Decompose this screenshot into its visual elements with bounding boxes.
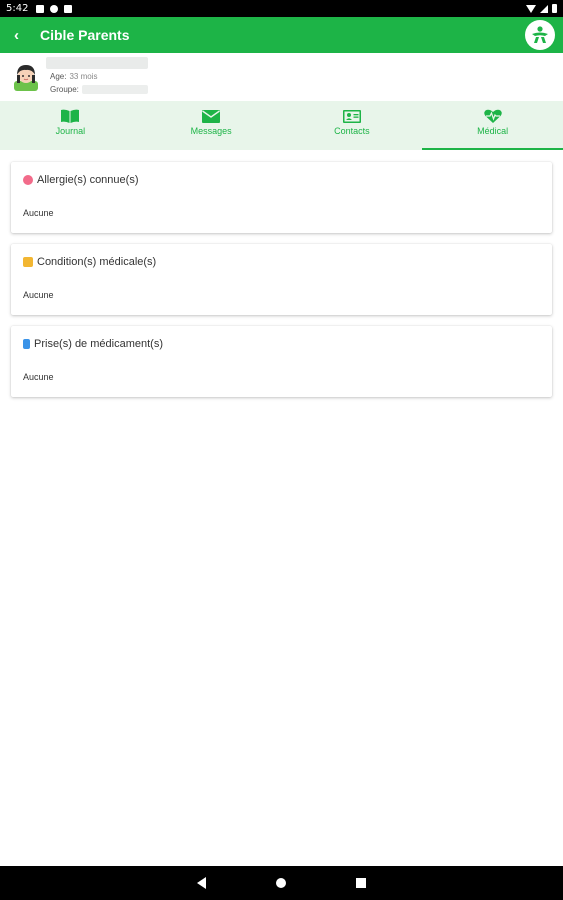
app-logo-icon xyxy=(532,26,548,43)
battery-icon xyxy=(552,4,557,13)
card-title: Allergie(s) connue(s) xyxy=(23,174,138,186)
child-name-redacted xyxy=(46,57,148,69)
system-navigation-bar xyxy=(0,866,563,900)
tab-contacts-label: Contacts xyxy=(334,126,370,136)
nav-home-icon[interactable] xyxy=(276,878,286,888)
heartbeat-icon xyxy=(483,109,502,123)
tab-journal-label: Journal xyxy=(55,126,86,136)
card-title: Condition(s) médicale(s) xyxy=(23,256,156,268)
allergies-title: Allergie(s) connue(s) xyxy=(37,174,139,186)
tab-bar: Journal Messages Contacts Médical xyxy=(0,101,563,150)
notification-icon xyxy=(64,4,73,13)
medical-conditions-card: Condition(s) médicale(s) Aucune xyxy=(11,244,552,315)
envelope-icon xyxy=(202,110,221,123)
book-icon xyxy=(61,109,80,123)
tab-messages[interactable]: Messages xyxy=(141,101,282,150)
group-label: Groupe: xyxy=(50,85,79,94)
medications-card: Prise(s) de médicament(s) Aucune xyxy=(11,326,552,397)
age-line: Age: 33 mois xyxy=(50,72,97,81)
back-button[interactable]: ‹ xyxy=(14,27,32,44)
group-line: Groupe: xyxy=(50,85,148,94)
condition-icon xyxy=(23,257,33,267)
notification-icon xyxy=(50,4,59,13)
allergy-icon xyxy=(23,175,33,185)
notification-icon xyxy=(36,4,45,13)
group-value-redacted xyxy=(81,85,148,94)
medications-title: Prise(s) de médicament(s) xyxy=(34,338,163,350)
age-label: Age: xyxy=(50,72,67,81)
contact-card-icon xyxy=(342,110,361,123)
status-time: 5:42 xyxy=(6,3,29,14)
tab-medical[interactable]: Médical xyxy=(422,101,563,150)
app-bar: ‹ Cible Parents xyxy=(0,17,563,53)
tab-messages-label: Messages xyxy=(190,126,232,136)
allergies-card: Allergie(s) connue(s) Aucune xyxy=(11,162,552,233)
nav-back-icon[interactable] xyxy=(197,877,206,889)
medications-value: Aucune xyxy=(23,372,54,382)
signal-icon xyxy=(540,4,548,13)
avatar xyxy=(14,65,38,91)
page-title: Cible Parents xyxy=(40,27,130,43)
medical-conditions-value: Aucune xyxy=(23,290,54,300)
status-bar: 5:42 xyxy=(0,0,563,17)
tab-journal[interactable]: Journal xyxy=(0,101,141,150)
age-value: 33 mois xyxy=(69,72,98,81)
nav-recents-icon[interactable] xyxy=(356,878,366,888)
medical-info-list: Allergie(s) connue(s) Aucune Condition(s… xyxy=(11,162,552,408)
medication-icon xyxy=(23,339,30,349)
tab-contacts[interactable]: Contacts xyxy=(282,101,423,150)
allergies-value: Aucune xyxy=(23,208,54,218)
medical-conditions-title: Condition(s) médicale(s) xyxy=(37,256,157,268)
app-logo-button[interactable] xyxy=(525,20,555,50)
screen: 5:42 ‹ Cible Parents Age: 33 mois Groupe… xyxy=(0,0,563,900)
card-title: Prise(s) de médicament(s) xyxy=(23,338,163,350)
wifi-icon xyxy=(526,4,536,13)
tab-medical-label: Médical xyxy=(477,126,509,136)
child-profile-header: Age: 33 mois Groupe: xyxy=(0,53,563,101)
